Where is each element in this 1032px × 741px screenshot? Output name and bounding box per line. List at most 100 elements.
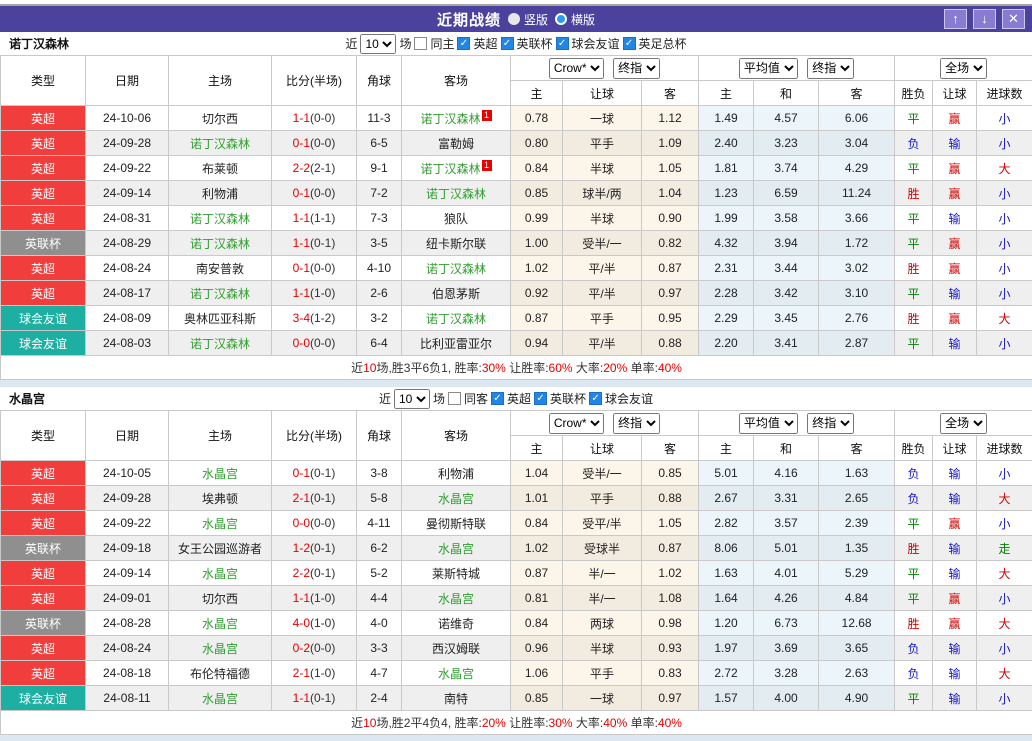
europe-odds-group: 平均值 终指 xyxy=(699,411,895,436)
summary-stat-value: 40% xyxy=(658,361,682,375)
handicap-odds-cell: 1.06 xyxy=(511,661,563,686)
league-checkbox[interactable]: ✓ xyxy=(501,37,514,50)
handicap-odds-cell: 0.96 xyxy=(511,636,563,661)
filter-bar: 水晶宫 近 10 场 同客 ✓英超✓英联杯✓球会友谊 xyxy=(0,387,1032,410)
corner-cell: 3-5 xyxy=(357,231,402,256)
sub-header-home-odds: 主 xyxy=(511,436,563,461)
score-cell: 0-1(0-0) xyxy=(272,131,357,156)
final-odds-select[interactable]: 终指 xyxy=(613,413,660,434)
close-button[interactable]: ✕ xyxy=(1002,9,1025,29)
final-odds-select[interactable]: 终指 xyxy=(613,58,660,79)
summary-stat-label: 场,胜2平4负4, 胜率: xyxy=(376,716,481,730)
home-team-cell: 水晶宫 xyxy=(169,561,272,586)
league-checkbox[interactable]: ✓ xyxy=(589,392,602,405)
sub-header-away-odds: 客 xyxy=(642,436,699,461)
same-venue-checkbox[interactable] xyxy=(448,392,461,405)
scroll-down-button[interactable]: ↓ xyxy=(973,9,996,29)
layout-radio-vertical[interactable]: 竖版 xyxy=(508,11,548,28)
match-row: 英超24-08-17诺丁汉森林1-1(1-0)2-6伯恩茅斯0.92平/半0.9… xyxy=(1,281,1032,306)
europe-odds-cell: 2.31 xyxy=(699,256,754,281)
date-cell: 24-08-28 xyxy=(86,611,169,636)
matches-label: 场 xyxy=(433,390,445,407)
europe-odds-cell: 4.01 xyxy=(754,561,819,586)
scope-select[interactable]: 全场 xyxy=(940,413,987,434)
final-odds-select-2[interactable]: 终指 xyxy=(807,413,854,434)
team-title: 诺丁汉森林 xyxy=(9,35,69,52)
match-count-select[interactable]: 10 xyxy=(394,389,430,409)
europe-odds-cell: 2.87 xyxy=(819,331,895,356)
scroll-up-button[interactable]: ↑ xyxy=(944,9,967,29)
score-cell: 4-0(1-0) xyxy=(272,611,357,636)
team-label: 诺丁汉森林 xyxy=(190,212,250,226)
handicap-odds-cell: 1.02 xyxy=(511,256,563,281)
score-cell: 1-1(0-0) xyxy=(272,106,357,131)
same-venue-label: 同客 xyxy=(464,390,488,407)
league-type-cell: 英超 xyxy=(1,206,86,231)
result-cell: 负 xyxy=(895,461,933,486)
result-cell: 赢 xyxy=(933,611,977,636)
home-team-cell: 布伦特福德 xyxy=(169,661,272,686)
fulltime-score: 2-2 xyxy=(293,161,310,175)
handicap-odds-cell: 球半/两 xyxy=(563,181,642,206)
result-cell: 大 xyxy=(977,661,1032,686)
europe-odds-cell: 3.65 xyxy=(819,636,895,661)
match-row: 英超24-09-01切尔西1-1(1-0)4-4水晶宫0.81半/一1.081.… xyxy=(1,586,1032,611)
scope-select[interactable]: 全场 xyxy=(940,58,987,79)
radio-unselected-icon xyxy=(555,13,567,25)
league-checkbox[interactable]: ✓ xyxy=(623,37,636,50)
final-odds-select-2[interactable]: 终指 xyxy=(807,58,854,79)
league-type-cell: 英超 xyxy=(1,131,86,156)
date-cell: 24-09-14 xyxy=(86,561,169,586)
fulltime-score: 0-1 xyxy=(293,136,310,150)
home-team-cell: 南安普敦 xyxy=(169,256,272,281)
sub-header-goals-result: 进球数 xyxy=(977,81,1032,106)
league-checkbox[interactable]: ✓ xyxy=(556,37,569,50)
result-cell: 平 xyxy=(895,561,933,586)
league-checkbox-label: 英足总杯 xyxy=(639,35,687,52)
fulltime-score: 0-1 xyxy=(293,186,310,200)
date-cell: 24-08-09 xyxy=(86,306,169,331)
league-checkbox[interactable]: ✓ xyxy=(534,392,547,405)
europe-odds-cell: 1.63 xyxy=(699,561,754,586)
bookmaker-select[interactable]: Crow* xyxy=(549,413,604,434)
result-cell: 平 xyxy=(895,156,933,181)
fulltime-score: 0-2 xyxy=(293,641,310,655)
bookmaker-select[interactable]: Crow* xyxy=(549,58,604,79)
team-label: 水晶宫 xyxy=(202,617,238,631)
score-cell: 1-1(1-0) xyxy=(272,586,357,611)
match-count-select[interactable]: 10 xyxy=(360,34,396,54)
sub-header-away-eu: 客 xyxy=(819,436,895,461)
layout-radio-horizontal[interactable]: 横版 xyxy=(555,11,595,28)
team-label: 南特 xyxy=(444,692,468,706)
fulltime-score: 1-1 xyxy=(293,236,310,250)
same-venue-checkbox[interactable] xyxy=(414,37,427,50)
match-row: 英超24-10-05水晶宫0-1(0-1)3-8利物浦1.04受半/一0.855… xyxy=(1,461,1032,486)
europe-odds-cell: 4.32 xyxy=(699,231,754,256)
corner-cell: 3-2 xyxy=(357,306,402,331)
result-cell: 小 xyxy=(977,686,1032,711)
date-cell: 24-09-01 xyxy=(86,586,169,611)
europe-odds-cell: 1.81 xyxy=(699,156,754,181)
sub-header-draw-eu: 和 xyxy=(754,81,819,106)
handicap-odds-cell: 平/半 xyxy=(563,281,642,306)
red-card-badge: 1 xyxy=(482,110,492,121)
league-checkbox[interactable]: ✓ xyxy=(457,37,470,50)
average-odds-select[interactable]: 平均值 xyxy=(739,58,798,79)
league-type-cell: 球会友谊 xyxy=(1,306,86,331)
result-cell: 小 xyxy=(977,256,1032,281)
corner-cell: 4-4 xyxy=(357,586,402,611)
results-table: 类型 日期 主场 比分(半场) 角球 客场 Crow* 终指 平均值 终指 全场 xyxy=(0,55,1032,380)
date-cell: 24-08-29 xyxy=(86,231,169,256)
score-cell: 1-1(1-0) xyxy=(272,281,357,306)
corner-cell: 6-4 xyxy=(357,331,402,356)
result-cell: 赢 xyxy=(933,586,977,611)
corner-cell: 4-0 xyxy=(357,611,402,636)
result-cell: 平 xyxy=(895,206,933,231)
average-odds-select[interactable]: 平均值 xyxy=(739,413,798,434)
league-checkbox[interactable]: ✓ xyxy=(491,392,504,405)
europe-odds-cell: 3.41 xyxy=(754,331,819,356)
home-team-cell: 切尔西 xyxy=(169,106,272,131)
home-team-cell: 水晶宫 xyxy=(169,636,272,661)
league-type-cell: 英超 xyxy=(1,561,86,586)
handicap-odds-cell: 0.88 xyxy=(642,331,699,356)
